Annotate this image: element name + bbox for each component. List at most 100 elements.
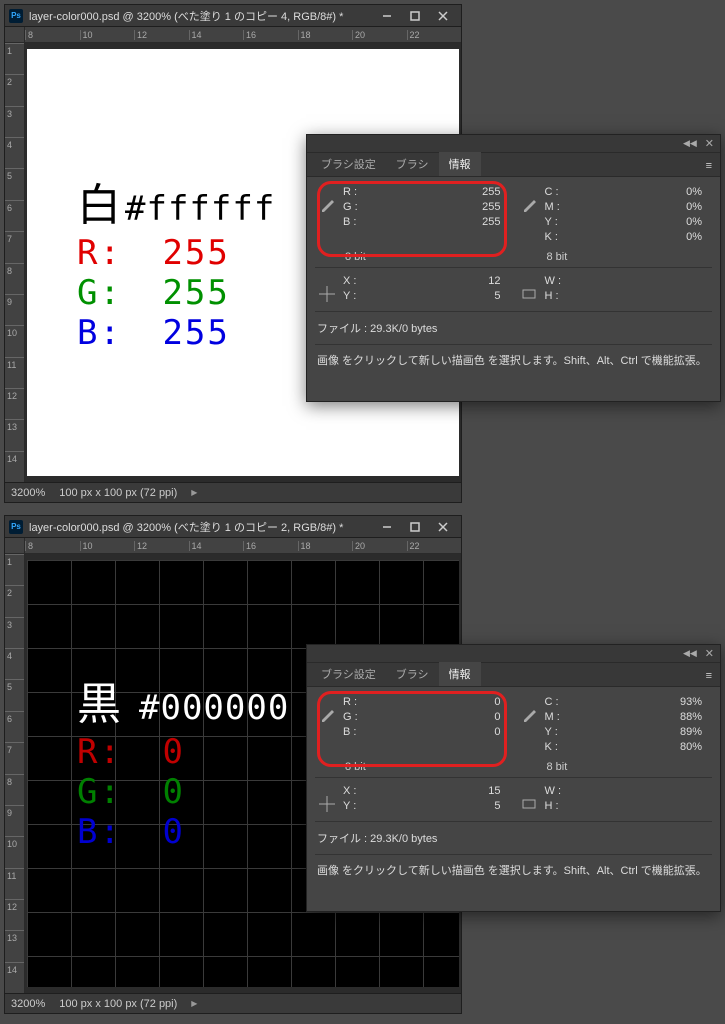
chevron-right-icon[interactable]: ▶ — [191, 488, 197, 497]
ruler-tick: 2 — [5, 585, 24, 616]
value-b: 0 — [375, 725, 501, 740]
panel-menu-icon[interactable]: ≡ — [698, 156, 720, 176]
dimensions-icon — [521, 784, 539, 815]
eyedropper-icon — [319, 695, 337, 726]
titlebar[interactable]: Ps layer-color000.psd @ 3200% (べた塗り 1 のコ… — [5, 516, 461, 538]
label-y2: Y : — [343, 289, 369, 304]
zoom-level[interactable]: 3200% — [11, 487, 45, 499]
label-y2: Y : — [343, 799, 369, 814]
ruler-tick: 8 — [5, 263, 24, 294]
value-y2: 5 — [375, 289, 501, 304]
g-label: G: — [77, 772, 122, 812]
crosshair-icon — [319, 274, 337, 305]
ruler-horizontal[interactable]: 8 10 12 14 16 18 20 22 — [25, 27, 461, 43]
eyedropper-icon — [319, 185, 337, 216]
ruler-tick: 5 — [5, 679, 24, 710]
ruler-tick: 7 — [5, 231, 24, 262]
panel-header[interactable]: ◀◀ ✕ — [307, 645, 720, 663]
label-m: M : — [545, 710, 571, 725]
tab-brush[interactable]: ブラシ — [386, 662, 439, 686]
ruler-tick: 18 — [298, 30, 353, 40]
ruler-vertical[interactable]: 1 2 3 4 5 6 7 8 9 10 11 12 13 14 — [5, 43, 25, 482]
wh-readout: W : H : — [517, 782, 713, 817]
xy-readout: X : Y : 15 5 — [315, 782, 511, 817]
info-body: R : G : B : 255 255 255 C : M : Y : — [307, 177, 720, 382]
collapse-icon[interactable]: ◀◀ — [683, 138, 697, 149]
tab-info[interactable]: 情報 — [439, 152, 481, 176]
ruler-corner — [5, 27, 25, 43]
titlebar[interactable]: Ps layer-color000.psd @ 3200% (べた塗り 1 のコ… — [5, 5, 461, 27]
ruler-tick: 3 — [5, 106, 24, 137]
window-title: layer-color000.psd @ 3200% (べた塗り 1 のコピー … — [29, 519, 367, 535]
value-k: 0% — [577, 230, 703, 245]
b-value: 0 — [162, 812, 184, 852]
ruler-corner — [5, 538, 25, 554]
eyedropper-icon — [521, 185, 539, 216]
label-x: X : — [343, 784, 369, 799]
g-value: 255 — [162, 273, 229, 313]
tab-brush-settings[interactable]: ブラシ設定 — [311, 152, 386, 176]
ruler-tick: 13 — [5, 930, 24, 961]
color-hex: #ffffff — [125, 189, 275, 229]
g-value: 0 — [162, 772, 184, 812]
ruler-tick: 8 — [5, 774, 24, 805]
panel-tabs: ブラシ設定 ブラシ 情報 ≡ — [307, 153, 720, 177]
value-g: 255 — [375, 200, 501, 215]
value-c: 0% — [577, 185, 703, 200]
close-icon[interactable]: ✕ — [705, 647, 714, 660]
hint-text: 画像 をクリックして新しい描画色 を選択します。Shift、Alt、Ctrl で… — [315, 349, 712, 374]
statusbar: 3200% 100 px x 100 px (72 ppi) ▶ — [5, 993, 461, 1013]
ruler-tick: 4 — [5, 648, 24, 679]
close-icon[interactable]: ✕ — [705, 137, 714, 150]
collapse-icon[interactable]: ◀◀ — [683, 648, 697, 659]
value-y: 0% — [577, 215, 703, 230]
ruler-tick: 8 — [25, 30, 80, 40]
minimize-button[interactable] — [373, 518, 401, 536]
rgb-readout: R : G : B : 0 0 0 — [315, 693, 511, 757]
chevron-right-icon[interactable]: ▶ — [191, 999, 197, 1008]
panel-menu-icon[interactable]: ≡ — [698, 666, 720, 686]
ruler-tick: 1 — [5, 554, 24, 585]
close-button[interactable] — [429, 518, 457, 536]
file-info: ファイル : 29.3K/0 bytes — [315, 316, 712, 340]
info-panel: ◀◀ ✕ ブラシ設定 ブラシ 情報 ≡ R : G : B : 255 255 — [306, 134, 721, 402]
label-c: C : — [545, 185, 571, 200]
eyedropper-icon — [521, 695, 539, 726]
tab-brush-settings[interactable]: ブラシ設定 — [311, 662, 386, 686]
label-k: K : — [545, 740, 571, 755]
doc-dimensions[interactable]: 100 px x 100 px (72 ppi) — [59, 998, 177, 1010]
ruler-horizontal[interactable]: 8 10 12 14 16 18 20 22 — [25, 538, 461, 554]
label-m: M : — [545, 200, 571, 215]
ruler-tick: 12 — [5, 388, 24, 419]
ruler-tick: 22 — [407, 541, 462, 551]
tab-info[interactable]: 情報 — [439, 662, 481, 686]
tab-brush[interactable]: ブラシ — [386, 152, 439, 176]
ruler-tick: 12 — [134, 541, 189, 551]
ruler-tick: 14 — [189, 541, 244, 551]
minimize-button[interactable] — [373, 7, 401, 25]
doc-dimensions[interactable]: 100 px x 100 px (72 ppi) — [59, 487, 177, 499]
color-hex: #000000 — [139, 688, 289, 728]
label-y: Y : — [545, 725, 571, 740]
ruler-tick: 2 — [5, 74, 24, 105]
value-y2: 5 — [375, 799, 501, 814]
r-label: R: — [77, 732, 122, 772]
label-x: X : — [343, 274, 369, 289]
value-m: 88% — [577, 710, 703, 725]
label-w: W : — [545, 274, 571, 289]
app-icon: Ps — [9, 9, 23, 23]
ruler-vertical[interactable]: 1 2 3 4 5 6 7 8 9 10 11 12 13 14 — [5, 554, 25, 993]
maximize-button[interactable] — [401, 518, 429, 536]
close-button[interactable] — [429, 7, 457, 25]
label-y: Y : — [545, 215, 571, 230]
b-value: 255 — [162, 313, 229, 353]
maximize-button[interactable] — [401, 7, 429, 25]
ruler-tick: 4 — [5, 137, 24, 168]
ruler-tick: 12 — [5, 899, 24, 930]
zoom-level[interactable]: 3200% — [11, 998, 45, 1010]
ruler-tick: 9 — [5, 805, 24, 836]
panel-header[interactable]: ◀◀ ✕ — [307, 135, 720, 153]
ruler-tick: 14 — [189, 30, 244, 40]
wh-readout: W : H : — [517, 272, 713, 307]
ruler-tick: 7 — [5, 742, 24, 773]
